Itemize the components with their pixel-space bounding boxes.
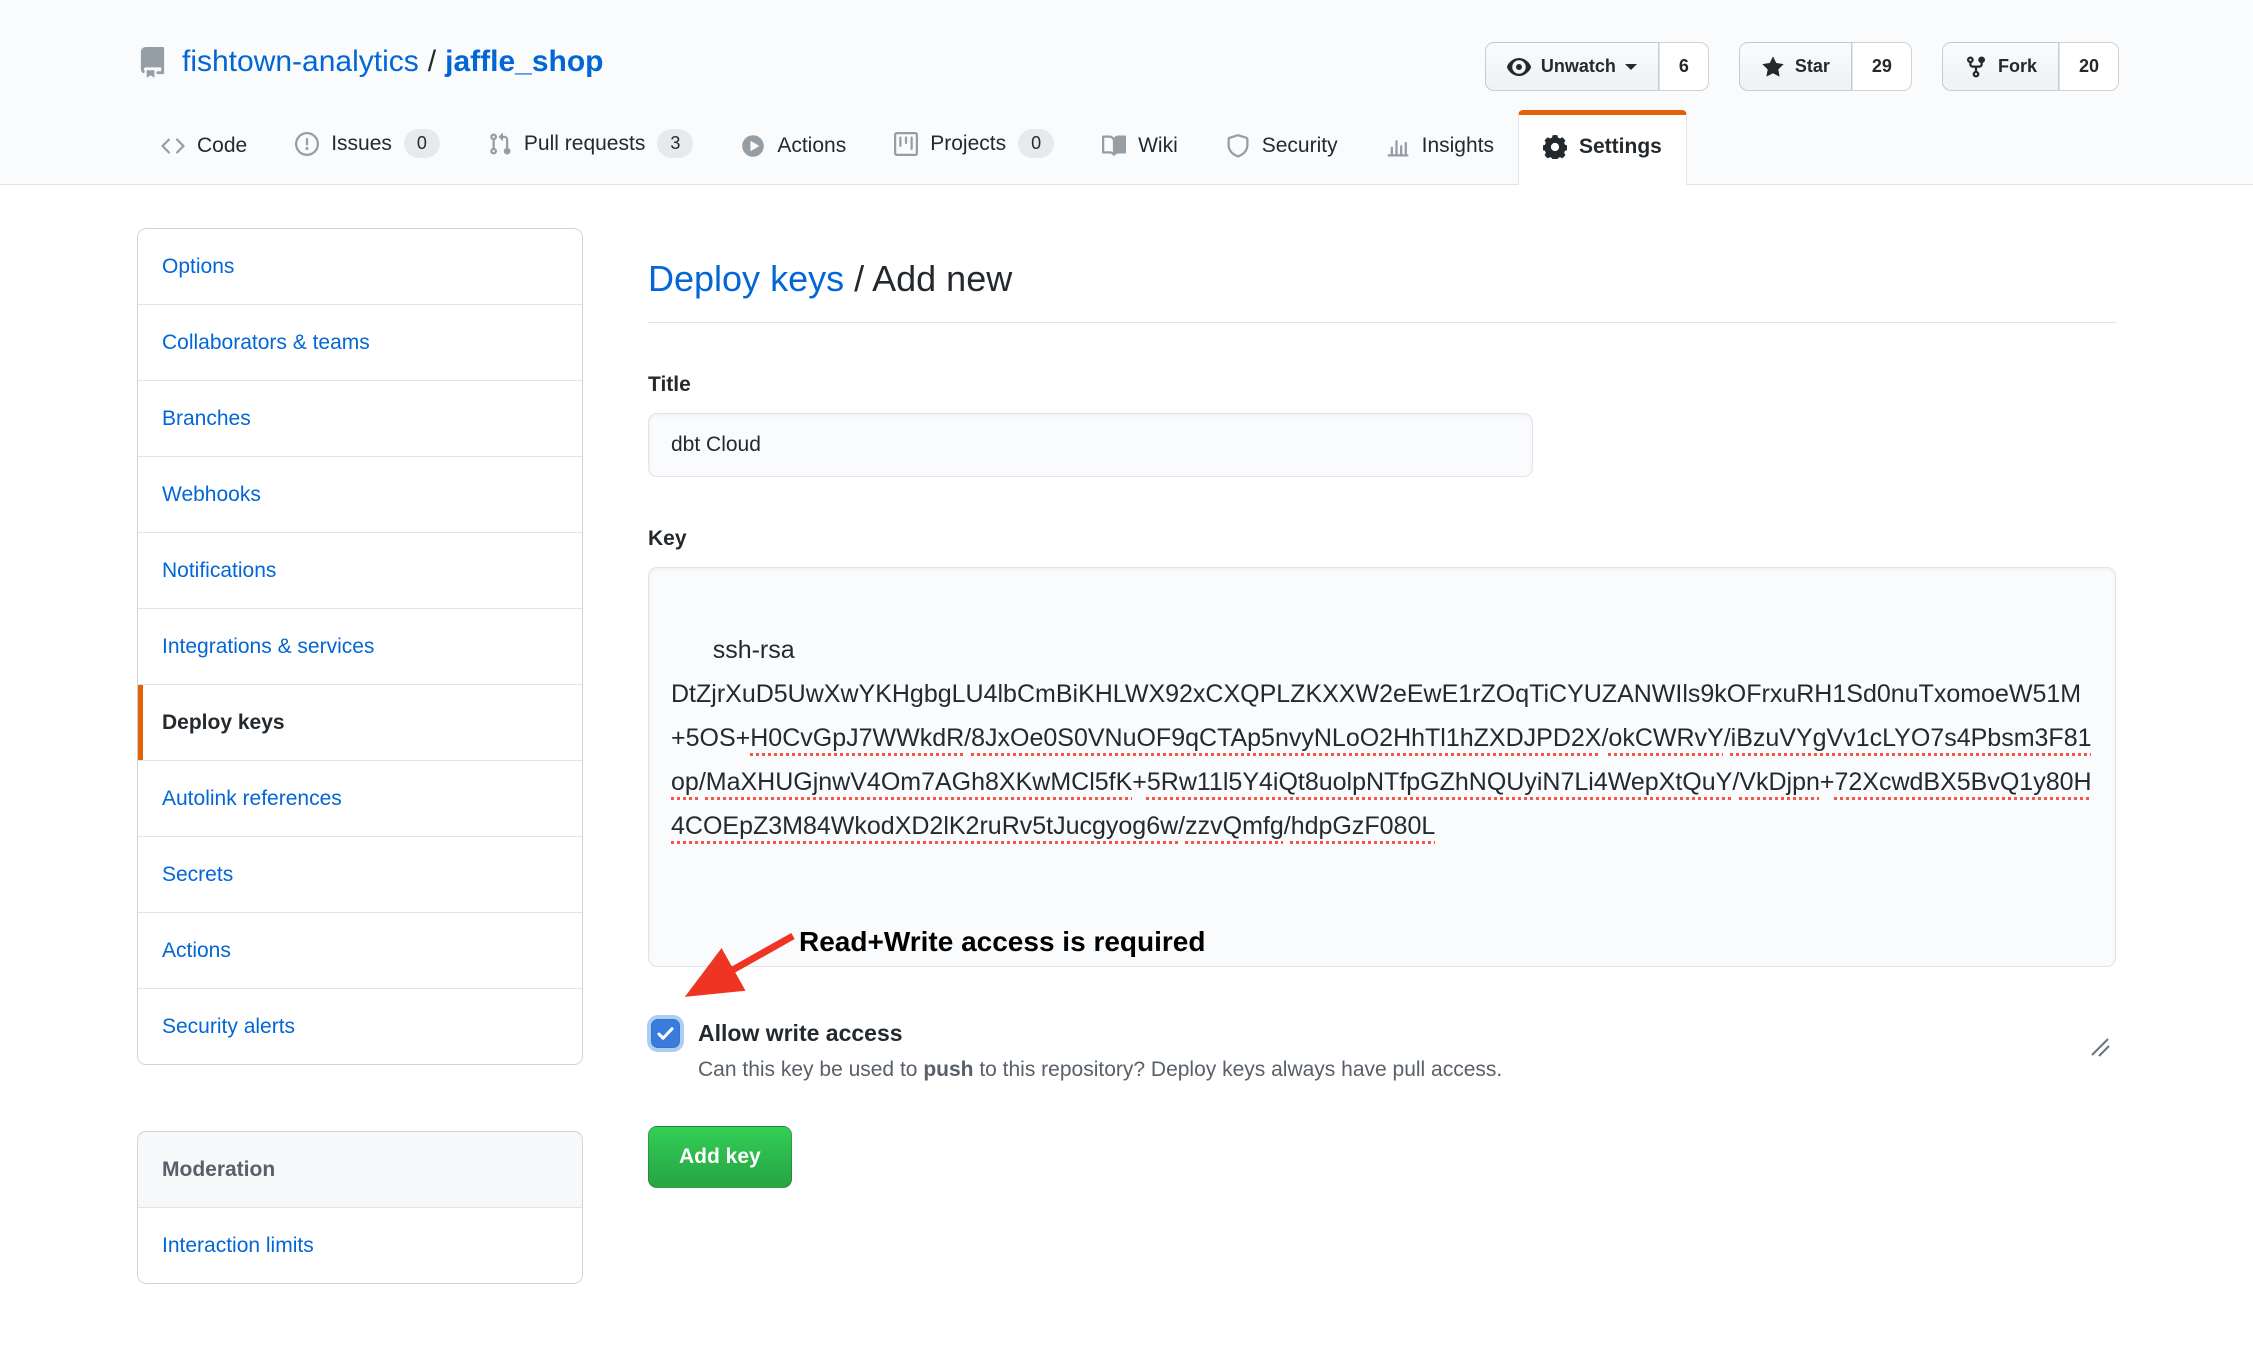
title-label: Title (648, 373, 2116, 397)
tab-issues[interactable]: Issues 0 (271, 105, 464, 184)
unwatch-button-group: Unwatch 6 (1485, 42, 1709, 91)
sidebar-item-security-alerts[interactable]: Security alerts (138, 989, 582, 1064)
sidebar-item-actions[interactable]: Actions (138, 913, 582, 989)
tab-projects[interactable]: Projects 0 (870, 105, 1078, 184)
fork-button-label: Fork (1998, 56, 2037, 77)
tab-issues-label: Issues (331, 132, 392, 156)
shield-icon (1226, 134, 1250, 158)
play-icon (741, 134, 765, 158)
textarea-resize-grip[interactable] (2088, 939, 2110, 961)
sidebar-item-secrets[interactable]: Secrets (138, 837, 582, 913)
tab-issues-counter: 0 (404, 129, 440, 158)
unwatch-count[interactable]: 6 (1659, 42, 1709, 91)
allow-write-access-help: Can this key be used to push to this rep… (698, 1058, 2116, 1082)
tab-insights-label: Insights (1422, 134, 1494, 158)
tab-pull-requests[interactable]: Pull requests 3 (464, 105, 717, 184)
moderation-heading: Moderation (138, 1132, 582, 1208)
issue-icon (295, 132, 319, 156)
book-icon (1102, 134, 1126, 158)
star-button-group: Star 29 (1739, 42, 1912, 91)
unwatch-button-label: Unwatch (1541, 56, 1616, 77)
tab-wiki-label: Wiki (1138, 134, 1178, 158)
sidebar-item-webhooks[interactable]: Webhooks (138, 457, 582, 533)
tab-projects-label: Projects (930, 132, 1006, 156)
tab-code-label: Code (197, 134, 247, 158)
page-title: Deploy keys / Add new (648, 258, 2116, 323)
moderation-menu: Moderation Interaction limits (137, 1131, 583, 1284)
sidebar-item-collaborators-and-teams[interactable]: Collaborators & teams (138, 305, 582, 381)
add-key-button[interactable]: Add key (648, 1126, 792, 1188)
main-content: Deploy keys / Add new Title Key ssh-rsa … (648, 228, 2116, 1284)
repo-header: fishtown-analytics / jaffle_shop Unwatch… (0, 0, 2253, 185)
key-text: ssh-rsa DtZjrXuD5UwXwYKHgbgLU4lbCmBiKHLW… (671, 636, 2092, 840)
sidebar-item-notifications[interactable]: Notifications (138, 533, 582, 609)
tab-settings-label: Settings (1579, 135, 1662, 159)
star-icon (1761, 55, 1785, 79)
tab-insights[interactable]: Insights (1362, 110, 1518, 184)
sidebar-item-interaction-limits[interactable]: Interaction limits (138, 1208, 582, 1283)
fork-icon (1964, 55, 1988, 79)
star-button-label: Star (1795, 56, 1830, 77)
repo-action-buttons: Unwatch 6 Star 29 Fork 20 (1455, 42, 2119, 91)
star-count[interactable]: 29 (1852, 42, 1912, 91)
repo-name-link[interactable]: jaffle_shop (445, 45, 603, 79)
allow-write-access-label[interactable]: Allow write access (698, 1020, 903, 1047)
unwatch-button[interactable]: Unwatch (1485, 42, 1659, 91)
gear-icon (1543, 135, 1567, 159)
settings-menu: OptionsCollaborators & teamsBranchesWebh… (137, 228, 583, 1065)
pull-request-icon (488, 132, 512, 156)
sidebar-item-deploy-keys[interactable]: Deploy keys (138, 685, 582, 761)
project-icon (894, 132, 918, 156)
title-input[interactable] (648, 413, 1533, 477)
breadcrumb-current: Add new (872, 258, 1012, 299)
star-button[interactable]: Star (1739, 42, 1852, 91)
repo-icon (137, 47, 168, 78)
repo-title-separator: / (428, 45, 436, 79)
tab-security-label: Security (1262, 134, 1338, 158)
repo-tabs: Code Issues 0 Pull requests 3 Actions Projects… (137, 105, 2253, 184)
read-write-annotation: Read+Write access is required (799, 920, 1205, 964)
sidebar-item-autolink-references[interactable]: Autolink references (138, 761, 582, 837)
tab-actions-label: Actions (777, 134, 846, 158)
tab-security[interactable]: Security (1202, 110, 1362, 184)
sidebar-item-integrations-and-services[interactable]: Integrations & services (138, 609, 582, 685)
tab-projects-counter: 0 (1018, 129, 1054, 158)
caret-down-icon (1625, 64, 1637, 76)
deploy-keys-breadcrumb-link[interactable]: Deploy keys (648, 258, 844, 299)
eye-icon (1507, 55, 1531, 79)
breadcrumb-separator: / (844, 258, 872, 299)
allow-write-access-checkbox[interactable] (651, 1019, 680, 1048)
sidebar-item-options[interactable]: Options (138, 229, 582, 305)
tab-pull-requests-counter: 3 (657, 129, 693, 158)
key-textarea[interactable]: ssh-rsa DtZjrXuD5UwXwYKHgbgLU4lbCmBiKHLW… (648, 567, 2116, 967)
key-label: Key (648, 527, 2116, 551)
tab-actions[interactable]: Actions (717, 110, 870, 184)
fork-count[interactable]: 20 (2059, 42, 2119, 91)
settings-sidebar: OptionsCollaborators & teamsBranchesWebh… (137, 228, 583, 1284)
tab-wiki[interactable]: Wiki (1078, 110, 1202, 184)
tab-code[interactable]: Code (137, 110, 271, 184)
tab-settings[interactable]: Settings (1518, 110, 1687, 185)
graph-icon (1386, 134, 1410, 158)
page-body: OptionsCollaborators & teamsBranchesWebh… (0, 185, 2253, 1284)
sidebar-item-branches[interactable]: Branches (138, 381, 582, 457)
fork-button-group: Fork 20 (1942, 42, 2119, 91)
allow-write-access-row: Allow write access (648, 1019, 2116, 1048)
tab-pull-requests-label: Pull requests (524, 132, 645, 156)
repo-owner-link[interactable]: fishtown-analytics (182, 45, 419, 79)
code-icon (161, 134, 185, 158)
fork-button[interactable]: Fork (1942, 42, 2059, 91)
